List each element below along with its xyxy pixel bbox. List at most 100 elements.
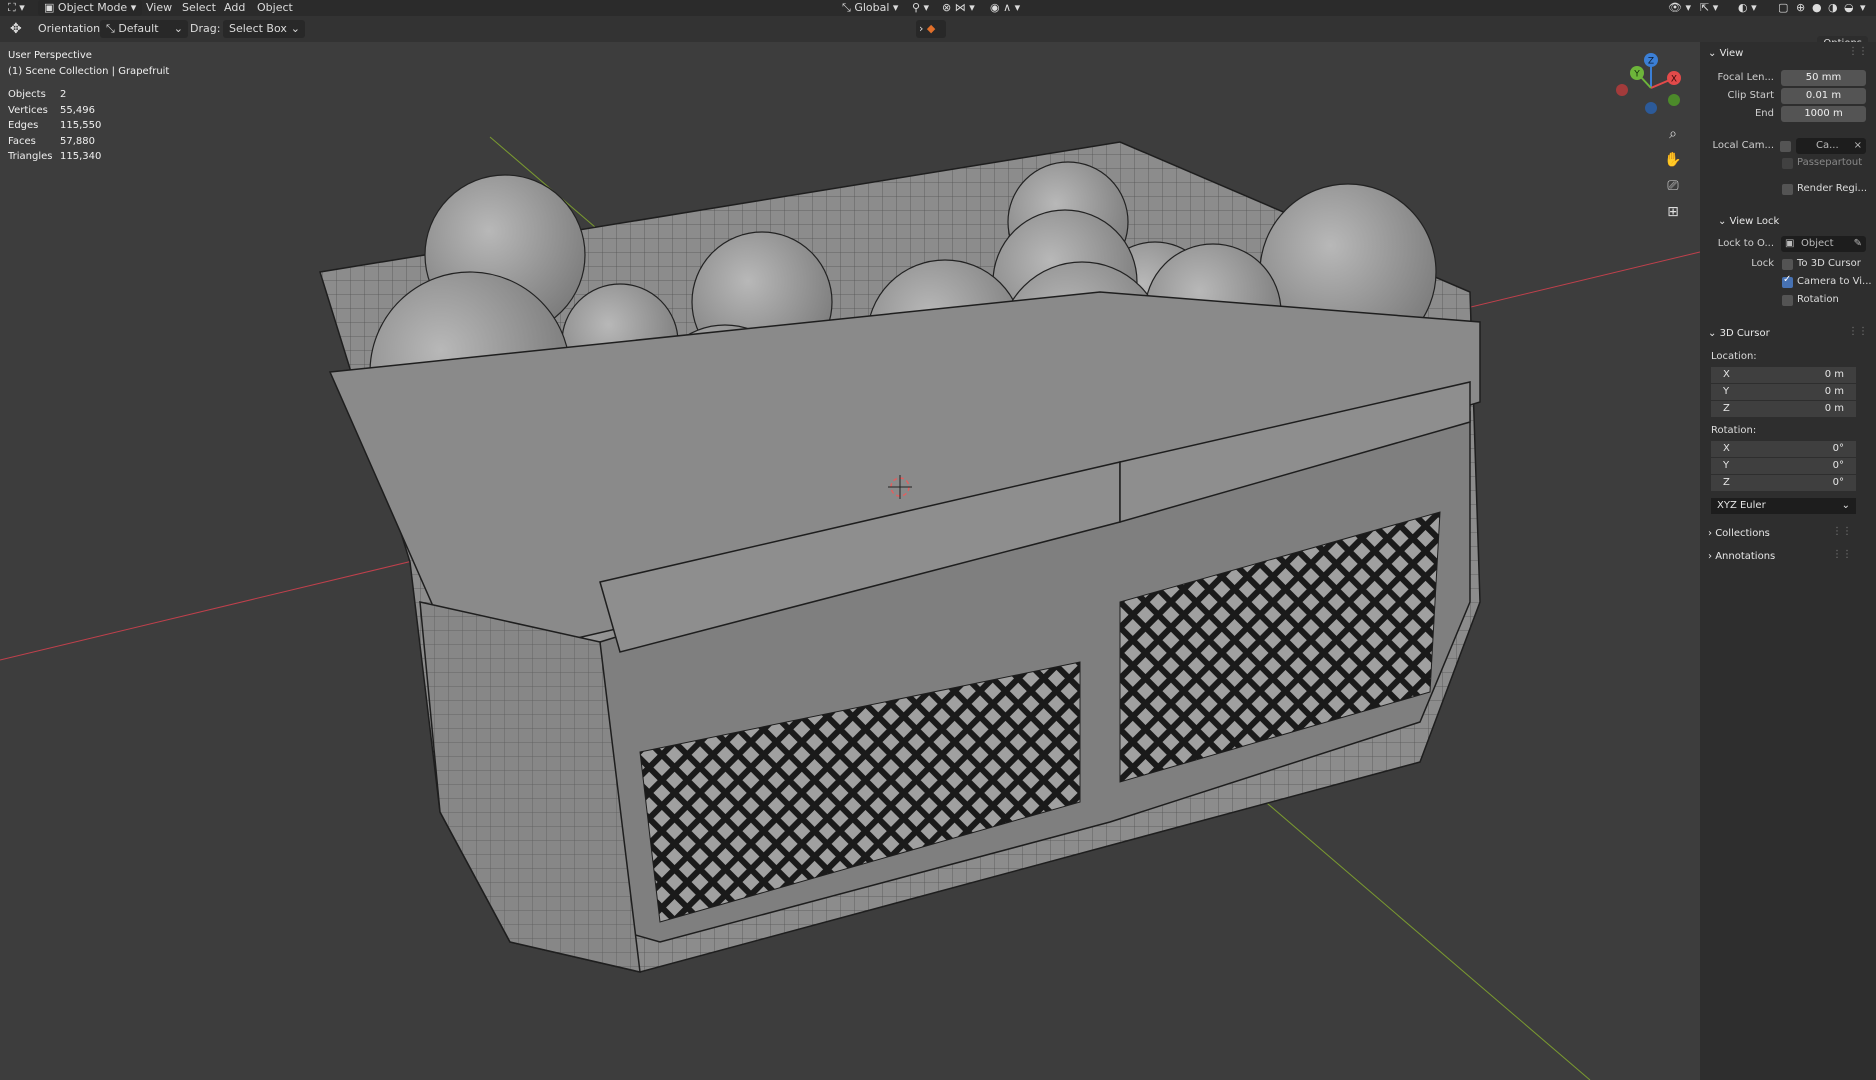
rotation-mode-dropdown[interactable]: XYZ Euler ⌄ [1711,498,1856,514]
view-name: User Perspective [8,50,92,61]
cursor-rotation-z-field[interactable]: Z 0° [1711,475,1856,491]
menu-object[interactable]: Object [257,0,293,16]
orientation-default-icon: ⤡ [106,22,115,35]
drag-handle-icon[interactable]: ⋮⋮ [1848,326,1868,337]
orientation-label: Orientation: [38,22,104,35]
render-region-label: Render Regi... [1797,183,1868,194]
svg-text:X: X [1671,75,1677,85]
mode-dropdown[interactable]: ▣ Object Mode ▾ [38,0,143,16]
cursor-rotation-y-field[interactable]: Y 0° [1711,458,1856,474]
lock-to-object-field[interactable]: ▣ Object ✎ [1781,236,1866,252]
camera-to-view-label: Camera to Vi... [1797,276,1872,287]
object-mode-icon: ▣ [44,1,55,14]
gizmo-toggle-button[interactable]: › ◆ [916,20,946,38]
chevron-down-icon: ⌄ [173,22,183,35]
cursor-location-z-field[interactable]: Z0 m [1711,401,1856,417]
proportional-edit-icon[interactable]: ◉ ∧ ▾ [990,0,1020,16]
viewport-scene [0,136,1700,1080]
local-camera-checkbox[interactable] [1780,141,1791,152]
view-panel-header[interactable]: ⌄ View [1708,46,1743,62]
chevron-down-icon: ⌄ [1841,500,1850,511]
passepartout-checkbox[interactable] [1782,158,1793,169]
menu-select[interactable]: Select [182,0,216,16]
gizmo-neg-z-axis[interactable] [1645,102,1657,114]
gizmo-neg-x-axis[interactable] [1616,84,1628,96]
lock-to-object-label: Lock to O... [1717,238,1774,249]
passepartout-label: Passepartout [1797,157,1863,168]
clip-end-label: End [1754,108,1774,119]
shading-rendered-icon[interactable]: ◒ [1844,0,1854,16]
svg-text:Y: Y [1633,70,1640,80]
orientation-icon: ⤡ [842,1,851,14]
gizmo-toggle-icon[interactable]: ⇱ ▾ [1700,0,1718,16]
stat-row: Faces 57,880 [8,135,95,147]
3d-cursor-panel-header[interactable]: ⌄ 3D Cursor [1708,326,1770,342]
drag-handle-icon[interactable]: ⋮⋮ [1832,526,1852,537]
focal-length-field[interactable]: 50 mm [1781,70,1866,86]
local-camera-label: Local Cam... [1712,140,1774,151]
3d-viewport[interactable] [0,42,1700,1080]
stat-row: Edges 115,550 [8,120,102,131]
clip-start-field[interactable]: 0.01 m [1781,88,1866,104]
drag-dropdown[interactable]: Select Box ⌄ [223,20,305,38]
crate-mesh[interactable] [319,141,1481,973]
menu-view[interactable]: View [146,0,172,16]
gizmo-neg-y-axis[interactable] [1668,94,1680,106]
menu-add[interactable]: Add [224,0,245,16]
render-region-checkbox[interactable] [1782,184,1793,195]
cursor-location-y-field[interactable]: Y0 m [1711,384,1856,400]
annotations-panel-header[interactable]: › Annotations [1708,549,1775,565]
pan-hand-icon[interactable]: ✋ [1660,148,1686,172]
drag-handle-icon[interactable]: ⋮⋮ [1832,549,1852,560]
shading-options-icon[interactable]: ▾ [1860,0,1866,16]
navigation-gizmo[interactable]: Z X Y [1606,50,1696,120]
shading-wireframe-icon[interactable]: ⊕ [1796,0,1805,16]
chevron-right-icon: › [919,22,924,35]
collections-panel-header[interactable]: › Collections [1708,526,1770,542]
chevron-right-icon: › [1708,528,1712,539]
drag-label: Drag: [190,22,221,35]
cursor-rotation-x-field[interactable]: X 0° [1711,441,1856,457]
cube-icon: ◆ [926,22,936,35]
rotation-label: Rotation: [1711,425,1757,436]
transform-tool-icon[interactable]: ✥ [10,20,22,38]
chevron-down-icon: ⌄ [1708,48,1717,59]
editor-type-button[interactable]: ⛶ ▾ [8,0,25,16]
chevron-down-icon: ⌄ [1708,328,1717,339]
shading-solid-icon[interactable]: ● [1812,0,1822,16]
viewport-info-overlay: User Perspective (1) Scene Collection | … [8,48,169,165]
close-icon[interactable]: × [1854,138,1862,154]
object-icon: ▣ [1785,238,1795,249]
header-bar: ⛶ ▾ ▣ Object Mode ▾ View Select Add Obje… [0,0,1876,16]
drag-handle-icon[interactable]: ⋮⋮ [1848,46,1868,57]
eyedropper-icon[interactable]: ✎ [1854,236,1862,252]
chevron-down-icon: ⌄ [290,22,300,35]
perspective-grid-icon[interactable]: ⊞ [1660,200,1686,224]
local-camera-field[interactable]: Ca... × [1796,138,1866,154]
tool-settings-bar: ✥ Orientation: ⤡ Default ⌄ Drag: Select … [0,16,1876,51]
cursor-location-x-field[interactable]: X0 m [1711,367,1856,383]
chevron-right-icon: › [1708,551,1712,562]
camera-to-view-checkbox[interactable]: ✓ [1782,274,1793,288]
camera-view-icon[interactable]: ⎚ [1660,174,1686,198]
orientation-dropdown[interactable]: ⤡ Default ⌄ [100,20,188,38]
xray-icon[interactable]: ▢ [1778,0,1788,16]
to-3d-cursor-checkbox[interactable] [1782,259,1793,270]
lock-label: Lock [1751,258,1774,269]
pivot-point-icon[interactable]: ⚲ ▾ [912,0,929,16]
rotation-lock-label: Rotation [1797,294,1839,305]
svg-text:Z: Z [1648,57,1654,67]
focal-length-label: Focal Len... [1717,72,1774,83]
snap-icon[interactable]: ⊗ ⋈ ▾ [942,0,975,16]
transform-orientation-dropdown[interactable]: ⤡ Global ▾ [842,0,898,16]
overlays-icon[interactable]: ◐ ▾ [1738,0,1757,16]
zoom-icon[interactable]: ⌕ [1660,122,1686,146]
shading-material-icon[interactable]: ◑ [1828,0,1838,16]
rotation-lock-checkbox[interactable] [1782,295,1793,306]
visibility-icon[interactable]: 👁 ▾ [1668,0,1691,16]
stat-row: Vertices 55,496 [8,104,95,116]
clip-start-label: Clip Start [1727,90,1775,101]
clip-end-field[interactable]: 1000 m [1781,106,1866,122]
checkmark-icon: ✓ [1783,274,1792,285]
view-lock-header[interactable]: ⌄ View Lock [1718,214,1779,230]
